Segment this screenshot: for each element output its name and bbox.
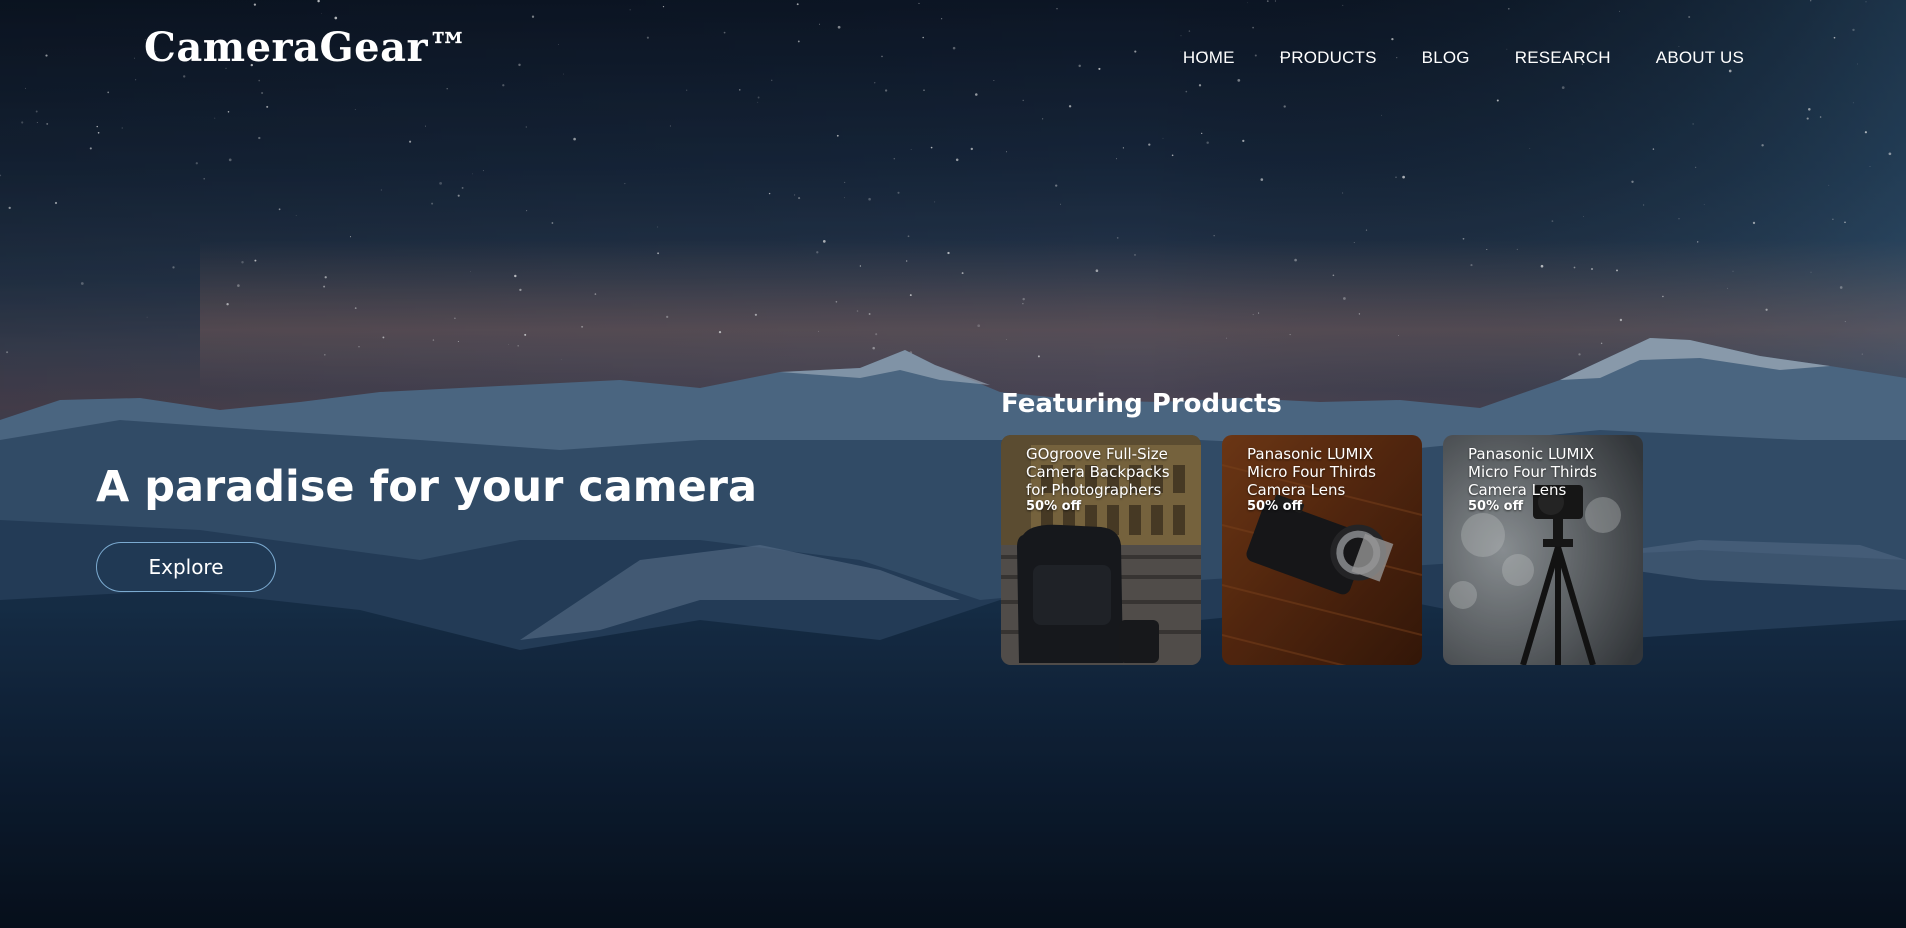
product-card[interactable]: GOgroove Full-Size Camera Backpacks for … [1001, 435, 1201, 665]
product-name: GOgroove Full-Size Camera Backpacks for … [1026, 445, 1170, 499]
nav-products[interactable]: PRODUCTS [1280, 48, 1377, 68]
nav-about-us[interactable]: ABOUT US [1656, 48, 1744, 68]
product-discount: 50% off [1468, 499, 1524, 514]
product-discount: 50% off [1247, 499, 1303, 514]
hero-title: A paradise for your camera [96, 462, 757, 512]
nav-research[interactable]: RESEARCH [1515, 48, 1611, 68]
product-name: Panasonic LUMIX Micro Four Thirds Camera… [1247, 445, 1376, 499]
main-nav: HOME PRODUCTS BLOG RESEARCH ABOUT US [1138, 48, 1744, 68]
nav-home[interactable]: HOME [1183, 48, 1235, 68]
featured-products-list: GOgroove Full-Size Camera Backpacks for … [1001, 435, 1643, 665]
featuring-products-title: Featuring Products [1001, 389, 1282, 419]
product-discount: 50% off [1026, 499, 1082, 514]
product-card[interactable]: Panasonic LUMIX Micro Four Thirds Camera… [1443, 435, 1643, 665]
nav-blog[interactable]: BLOG [1422, 48, 1470, 68]
product-name: Panasonic LUMIX Micro Four Thirds Camera… [1468, 445, 1597, 499]
explore-button[interactable]: Explore [96, 542, 276, 592]
site-logo[interactable]: CameraGear™ [144, 24, 469, 71]
product-card[interactable]: Panasonic LUMIX Micro Four Thirds Camera… [1222, 435, 1422, 665]
